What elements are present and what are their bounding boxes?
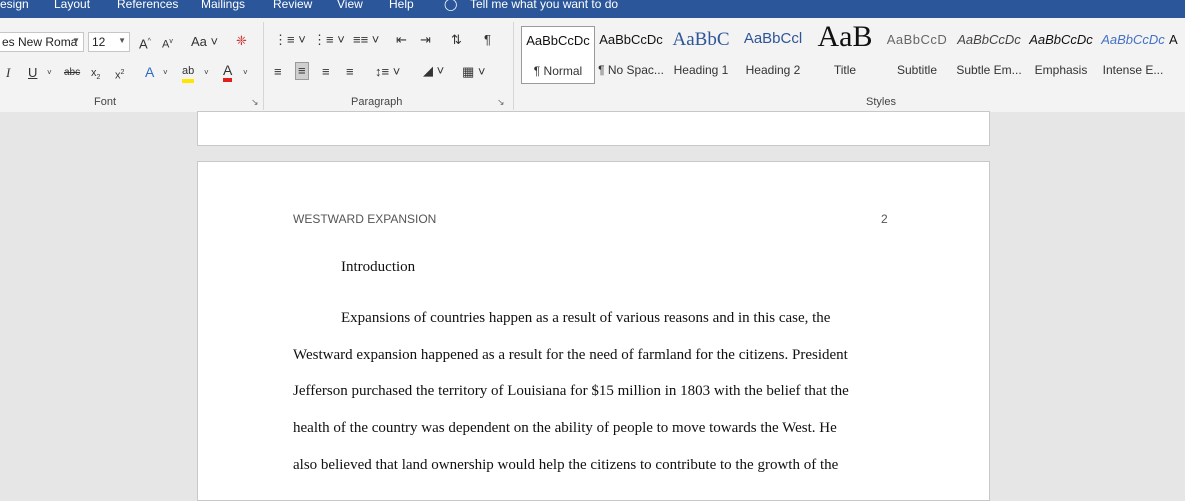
- strikethrough-icon[interactable]: abc: [64, 65, 80, 81]
- font-name-value: es New Roma: [2, 35, 78, 49]
- tab-view[interactable]: View: [337, 0, 363, 11]
- style-intense-emphasis[interactable]: AaBbCcDc Intense E...: [1097, 26, 1169, 82]
- body-line: health of the country was dependent on t…: [293, 420, 837, 436]
- center-align-icon[interactable]: ≡: [295, 62, 309, 80]
- style-preview: AaBbCcD: [886, 32, 948, 47]
- show-formatting-icon[interactable]: ¶: [484, 32, 491, 48]
- lightbulb-icon: ◯: [444, 0, 458, 11]
- tab-help[interactable]: Help: [389, 0, 414, 11]
- style-heading-2[interactable]: AaBbCcl Heading 2: [737, 26, 809, 82]
- body-line: Westward expansion happened as a result …: [293, 347, 848, 363]
- style-subtle-emphasis[interactable]: AaBbCcDc Subtle Em...: [953, 26, 1025, 82]
- italic-icon[interactable]: I: [6, 65, 10, 81]
- decrease-indent-icon[interactable]: ⇤: [396, 32, 407, 48]
- font-color-icon[interactable]: A: [223, 62, 233, 82]
- multilevel-list-icon[interactable]: ≡≡ ˅: [353, 32, 379, 48]
- style-name: Title: [833, 63, 857, 77]
- underline-icon[interactable]: U: [28, 65, 37, 81]
- running-head: WESTWARD EXPANSION: [293, 212, 437, 226]
- style-name: Subtitle: [896, 63, 938, 77]
- menu-bar: esign Layout References Mailings Review …: [0, 0, 1185, 18]
- style-preview: A: [1169, 32, 1178, 47]
- clear-formatting-icon[interactable]: ❈: [236, 33, 247, 49]
- style-name: ¶ Normal: [533, 64, 583, 78]
- grow-font-icon[interactable]: A^: [139, 34, 151, 52]
- font-size-value: 12: [92, 35, 106, 49]
- justify-icon[interactable]: ≡: [346, 64, 354, 80]
- chevron-down-icon[interactable]: ˅: [47, 65, 52, 81]
- tab-layout[interactable]: Layout: [54, 0, 90, 11]
- body-line: Jefferson purchased the territory of Lou…: [293, 383, 849, 399]
- paragraph-dialog-launcher-icon[interactable]: ↘: [497, 97, 505, 108]
- align-left-icon[interactable]: ≡: [274, 64, 282, 80]
- style-name: Intense E...: [1102, 63, 1164, 77]
- style-emphasis[interactable]: AaBbCcDc Emphasis: [1025, 26, 1097, 82]
- style-preview: AaBbCcDc: [1101, 32, 1165, 47]
- page-number: 2: [881, 212, 888, 226]
- increase-indent-icon[interactable]: ⇥: [420, 32, 431, 48]
- section-heading: Introduction: [341, 259, 416, 275]
- style-preview: AaBbCcDc: [1029, 32, 1093, 47]
- change-case-icon[interactable]: Aa ˅: [191, 34, 218, 50]
- tab-review[interactable]: Review: [273, 0, 312, 11]
- numbering-icon[interactable]: ⋮≡ ˅: [313, 32, 345, 48]
- tell-me-search[interactable]: Tell me what you want to do: [470, 0, 618, 11]
- shading-icon[interactable]: ◢ ˅: [423, 63, 444, 79]
- tab-references[interactable]: References: [117, 0, 178, 11]
- chevron-down-icon[interactable]: ˅: [163, 65, 168, 81]
- style-preview: AaB: [817, 20, 873, 53]
- font-name-combo[interactable]: es New Roma ▼: [0, 32, 84, 52]
- page[interactable]: WESTWARD EXPANSION 2 Introduction Expans…: [197, 161, 990, 501]
- style-preview: AaBbCcDc: [957, 32, 1021, 47]
- style-title[interactable]: AaB Title: [809, 20, 881, 82]
- superscript-icon[interactable]: x2: [115, 65, 124, 84]
- line-spacing-icon[interactable]: ↕≡ ˅: [375, 64, 400, 80]
- style-name: ¶ No Spac...: [598, 63, 664, 77]
- style-no-spacing[interactable]: AaBbCcDc ¶ No Spac...: [595, 26, 667, 82]
- paragraph-group-label: Paragraph: [351, 96, 403, 108]
- body-line: Expansions of countries happen as a resu…: [341, 310, 831, 326]
- shrink-font-icon[interactable]: Av: [162, 34, 173, 53]
- tab-mailings[interactable]: Mailings: [201, 0, 245, 11]
- style-preview: AaBbCcDc: [526, 33, 590, 48]
- style-name: Heading 1: [673, 63, 729, 77]
- subscript-icon[interactable]: x2: [91, 65, 100, 86]
- sort-icon[interactable]: ⇅: [451, 32, 462, 48]
- bullets-icon[interactable]: ⋮≡ ˅: [274, 32, 306, 48]
- ribbon: es New Roma ▼ 12 ▼ A^ Av Aa ˅ ❈ I U ˅ ab…: [0, 18, 1185, 113]
- font-group-label: Font: [94, 96, 117, 108]
- group-divider: [263, 22, 264, 110]
- tab-design[interactable]: esign: [0, 0, 29, 11]
- body-line: also believed that land ownership would …: [293, 457, 839, 473]
- style-name: Subtle Em...: [956, 63, 1022, 77]
- font-dialog-launcher-icon[interactable]: ↘: [251, 97, 259, 108]
- align-right-icon[interactable]: ≡: [322, 64, 330, 80]
- chevron-down-icon[interactable]: ▼: [72, 36, 80, 45]
- style-preview: AaBbCcDc: [599, 32, 663, 47]
- styles-group-label: Styles: [866, 96, 896, 108]
- font-size-combo[interactable]: 12 ▼: [88, 32, 130, 52]
- borders-icon[interactable]: ▦ ˅: [462, 64, 486, 80]
- chevron-down-icon[interactable]: ˅: [243, 65, 248, 81]
- chevron-down-icon[interactable]: ˅: [204, 65, 209, 81]
- style-next[interactable]: A: [1169, 26, 1185, 82]
- style-preview: AaBbC: [672, 29, 730, 50]
- chevron-down-icon[interactable]: ▼: [118, 36, 126, 45]
- style-name: Emphasis: [1034, 63, 1088, 77]
- group-divider: [513, 22, 514, 110]
- previous-page: [197, 111, 990, 146]
- styles-gallery: AaBbCcDc ¶ Normal AaBbCcDc ¶ No Spac... …: [519, 20, 1185, 96]
- style-name: Heading 2: [745, 63, 801, 77]
- document-canvas: WESTWARD EXPANSION 2 Introduction Expans…: [0, 111, 1185, 501]
- style-subtitle[interactable]: AaBbCcD Subtitle: [881, 26, 953, 82]
- style-preview: AaBbCcl: [743, 30, 803, 47]
- style-heading-1[interactable]: AaBbC Heading 1: [665, 26, 737, 82]
- highlight-icon[interactable]: ab: [182, 63, 195, 83]
- style-normal[interactable]: AaBbCcDc ¶ Normal: [521, 26, 595, 84]
- text-effects-icon[interactable]: A: [145, 64, 154, 80]
